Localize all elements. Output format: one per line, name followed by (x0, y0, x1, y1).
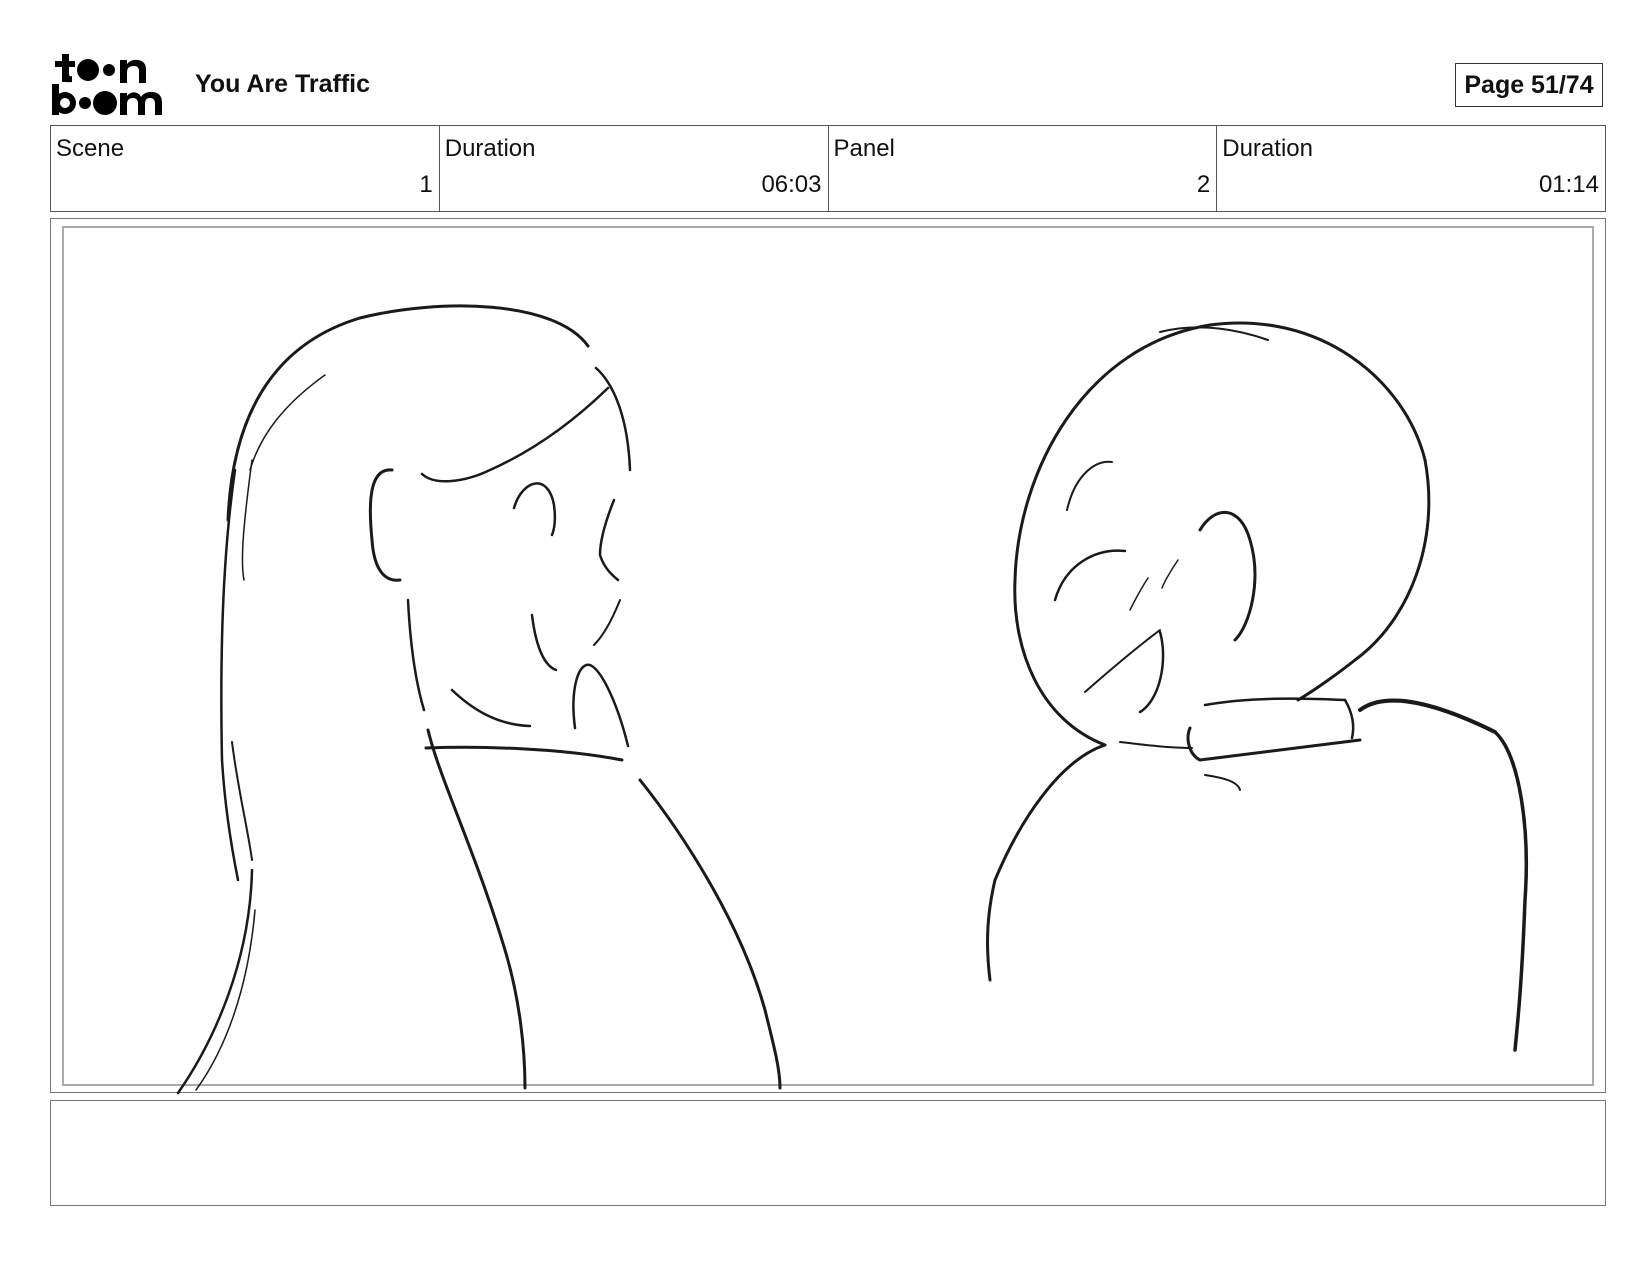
panel-notes-box (50, 1100, 1606, 1206)
girl-figure (176, 304, 782, 1095)
storyboard-sketch (176, 304, 1528, 1095)
boy-figure (986, 321, 1528, 1052)
